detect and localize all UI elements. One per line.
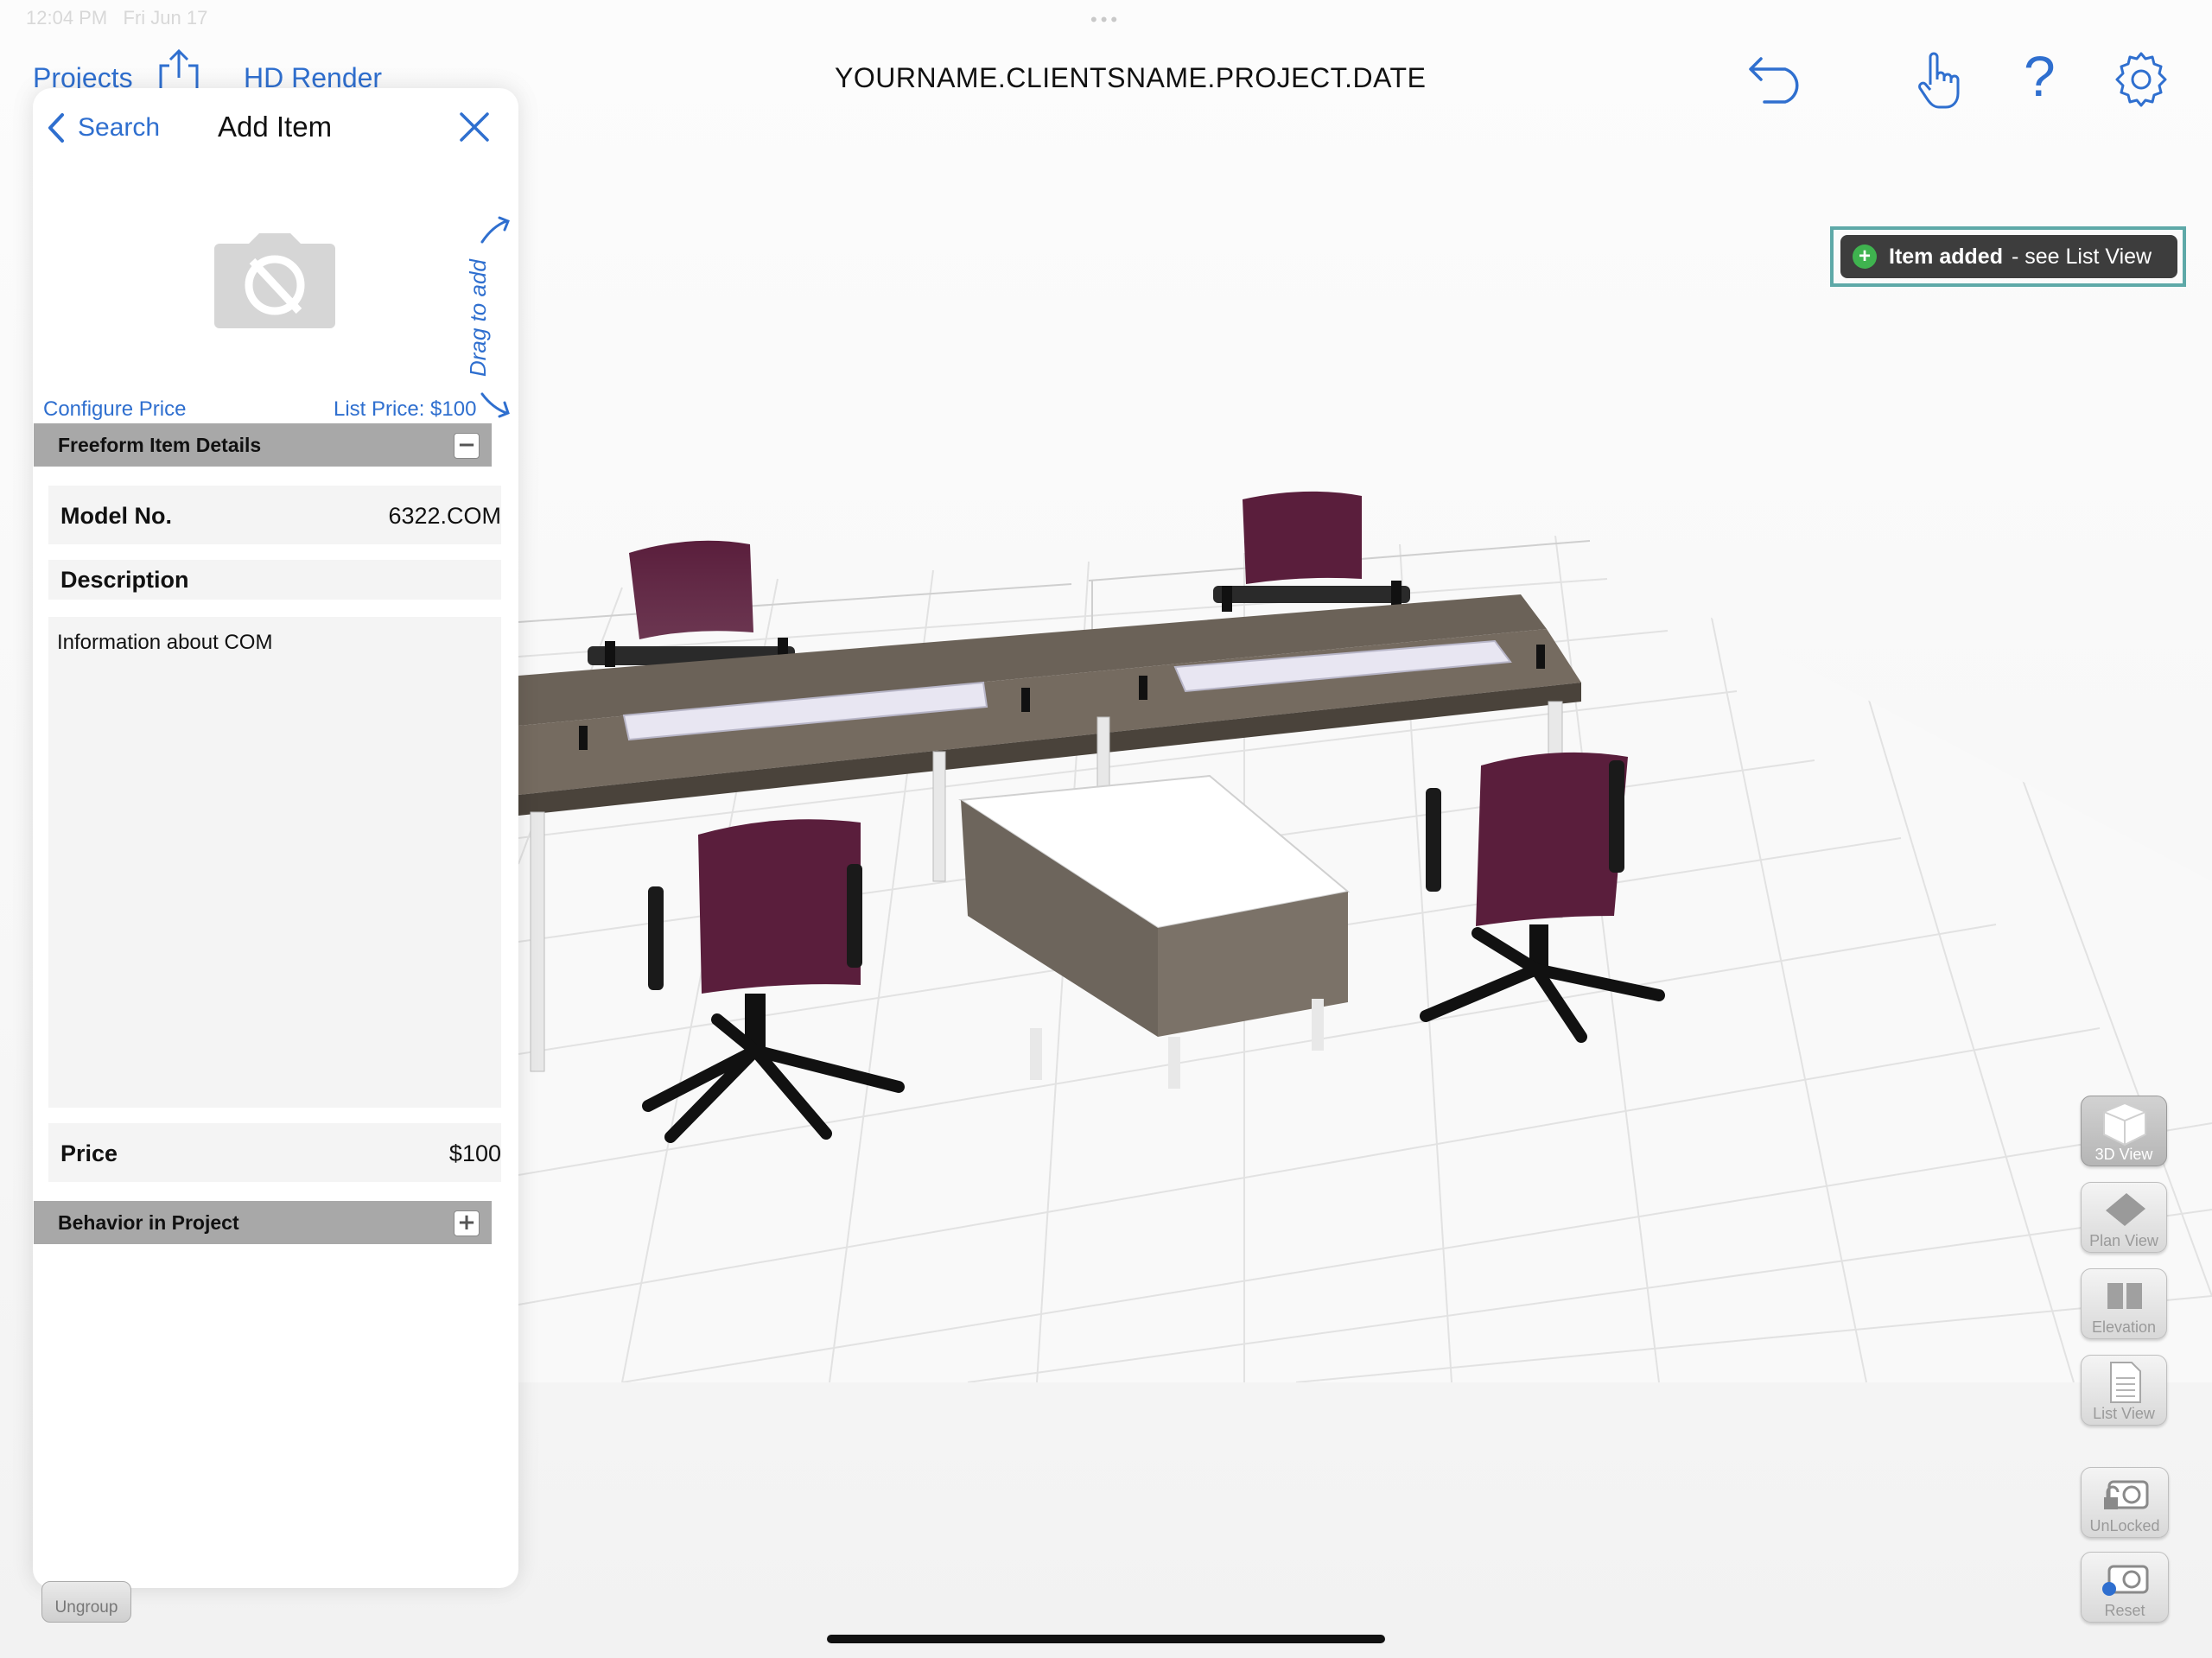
3d-viewport[interactable] (518, 432, 2212, 1382)
price-row: Price $100 (48, 1123, 501, 1182)
configure-price-link[interactable]: Configure Price (43, 397, 186, 422)
unlocked-camera-button[interactable]: UnLocked (2081, 1467, 2169, 1538)
multitasking-dots-icon[interactable]: ••• (1090, 9, 1121, 31)
elevation-label: Elevation (2091, 1318, 2157, 1336)
unlocked-label: UnLocked (2089, 1517, 2160, 1534)
price-label: Price (60, 1140, 118, 1166)
ungroup-button[interactable]: Ungroup (41, 1581, 131, 1623)
back-to-search-button[interactable]: Search (47, 112, 160, 143)
plan-view-label: Plan View (2089, 1232, 2158, 1249)
description-field[interactable] (48, 617, 501, 1108)
description-text: Information about COM (57, 631, 273, 654)
freeform-item-details-header[interactable]: Freeform Item Details − (34, 423, 492, 467)
freeform-item-details-label: Freeform Item Details (58, 433, 262, 456)
model-number-label: Model No. (60, 503, 172, 529)
reset-camera-button[interactable]: Reset (2081, 1552, 2169, 1623)
no-image-placeholder-icon (214, 232, 335, 333)
back-label: Search (78, 113, 161, 142)
list-view-button[interactable]: List View (2081, 1355, 2167, 1426)
hand-pointer-icon[interactable] (1915, 50, 1967, 115)
status-bar: 12:04 PM Fri Jun 17 (26, 7, 207, 29)
plan-view-button[interactable]: Plan View (2081, 1182, 2167, 1253)
price-value[interactable]: $100 (449, 1140, 501, 1167)
model-number-row: Model No. 6322.COM (48, 486, 501, 544)
panel-title: Add Item (218, 111, 333, 143)
collapse-icon[interactable]: − (454, 433, 480, 459)
behavior-in-project-label: Behavior in Project (58, 1210, 239, 1234)
list-price-label: List Price: $100 (334, 397, 477, 421)
close-icon[interactable] (456, 109, 493, 149)
gear-icon[interactable] (2112, 50, 2171, 113)
status-time: 12:04 PM (26, 7, 108, 29)
description-row: Description (48, 560, 501, 600)
toast-bold-text: Item added (1889, 244, 2003, 269)
list-view-label: List View (2093, 1405, 2155, 1422)
expand-icon[interactable]: + (454, 1210, 480, 1236)
chevron-left-icon (48, 113, 64, 143)
document-list-icon (2110, 1362, 2141, 1403)
3d-view-label: 3D View (2094, 1146, 2153, 1163)
project-title: YOURNAME.CLIENTSNAME.PROJECT.DATE (835, 62, 1427, 93)
3d-view-button[interactable]: 3D View (2081, 1096, 2167, 1166)
behavior-in-project-header[interactable]: Behavior in Project + (34, 1201, 492, 1244)
elevation-icon (2107, 1283, 2142, 1309)
plus-circle-icon: + (1853, 245, 1877, 269)
description-label: Description (60, 567, 189, 593)
reset-label: Reset (2104, 1602, 2145, 1619)
elevation-button[interactable]: Elevation (2081, 1268, 2167, 1339)
drag-to-add-label: Drag to add (465, 259, 491, 377)
undo-icon[interactable] (1747, 52, 1808, 110)
home-indicator[interactable] (827, 1635, 1385, 1643)
unlocked-camera-icon (2104, 1480, 2149, 1509)
plan-view-icon (2106, 1193, 2145, 1226)
item-added-toast[interactable]: + Item added - see List View (1840, 235, 2177, 278)
model-number-value[interactable]: 6322.COM (388, 503, 501, 530)
help-icon[interactable]: ? (2024, 43, 2056, 109)
reset-camera-icon (2102, 1565, 2149, 1596)
status-date: Fri Jun 17 (123, 7, 208, 29)
toast-text: - see List View (2011, 244, 2152, 269)
cube-icon (2103, 1102, 2146, 1147)
